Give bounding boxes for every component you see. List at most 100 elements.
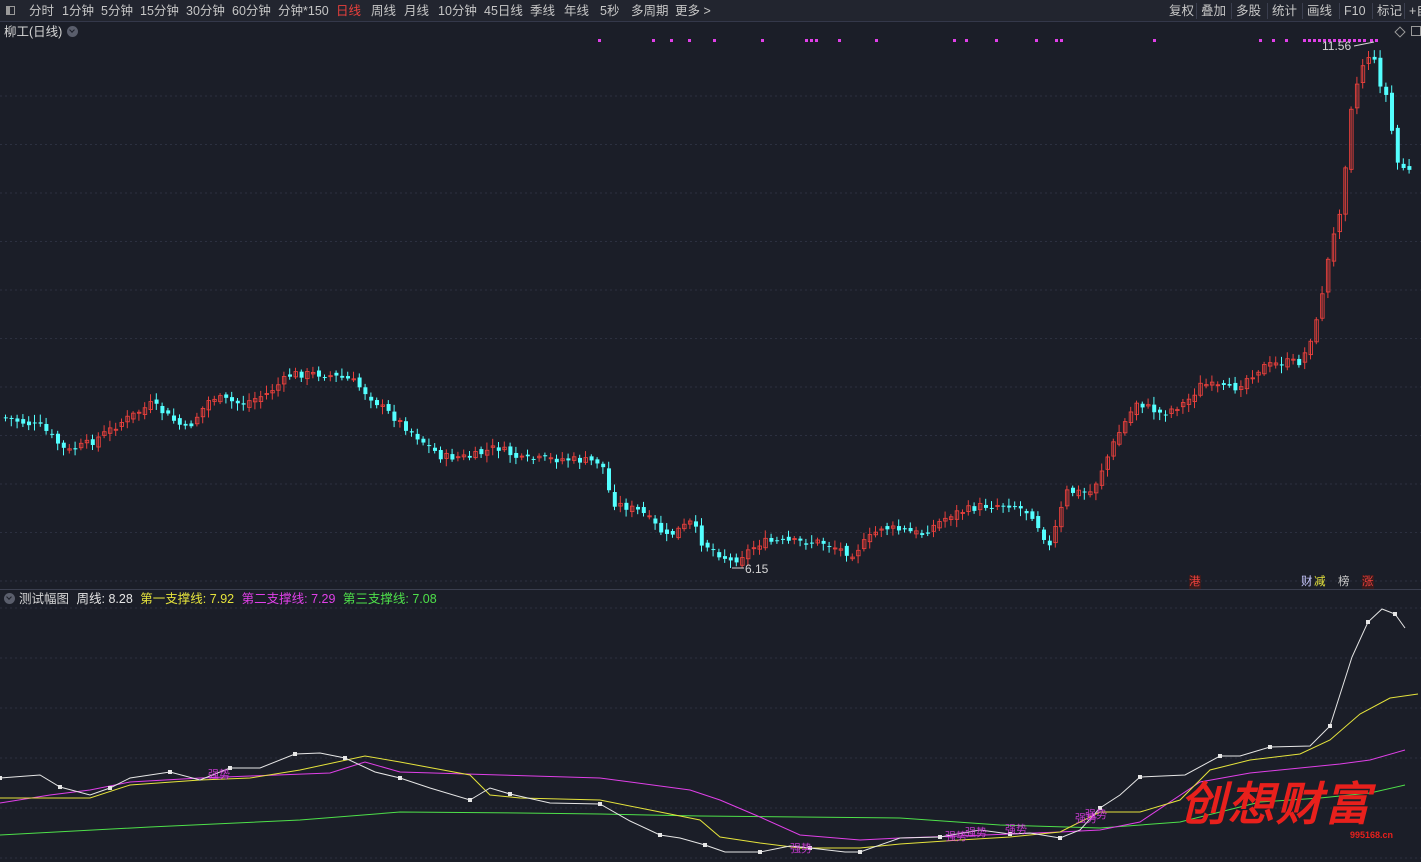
candle-body [566,458,571,461]
tool-button-6[interactable]: 标记 [1377,0,1402,22]
weekly-marker [1138,775,1142,779]
tool-button-3[interactable]: 统计 [1272,0,1297,22]
weekly-marker [658,833,662,837]
badge-list[interactable]: 榜 [1338,575,1350,589]
period-tab-6[interactable]: 分钟*150 [278,0,329,22]
candle-body [595,459,600,464]
period-tab-12[interactable]: 季线 [530,0,555,22]
badge-rise[interactable]: 涨 [1362,575,1374,589]
period-tab-1[interactable]: 1分钟 [62,0,94,22]
candle-body [44,423,49,431]
period-tab-3[interactable]: 15分钟 [140,0,179,22]
low-price-label: 6.15 [745,562,769,576]
candle-body [514,452,519,458]
tool-button-2[interactable]: 多股 [1236,0,1261,22]
weekly-marker [58,785,62,789]
tool-button-4[interactable]: 画线 [1307,0,1332,22]
period-tab-11[interactable]: 45日线 [484,0,523,22]
signal-dot [1363,39,1366,42]
candle-body [897,526,901,531]
tool-button-7[interactable]: +自 [1409,0,1421,22]
s2-value: 7.29 [311,592,336,606]
candle-body [363,387,368,395]
candle-body [775,540,780,542]
candlestick-chart[interactable]: 11.56 6.15 [0,22,1421,589]
candle-body [1042,529,1046,540]
candle-body [386,404,391,411]
toolbar-separator [1372,3,1373,19]
candle-body [1071,487,1075,493]
candle-body [827,546,832,548]
candle-body [317,370,321,377]
period-tab-13[interactable]: 年线 [564,0,589,22]
signal-label: 强势 [208,768,230,781]
badge-hk-connect[interactable]: 港 [1189,575,1201,589]
weekly-marker [343,756,347,760]
chevron-down-icon[interactable] [67,26,79,37]
candle-body [525,454,530,457]
candle-body [27,421,31,426]
badge-reduce[interactable]: 减 [1314,575,1326,589]
menu-icon[interactable] [6,6,15,15]
signal-dot [688,39,691,42]
candle-body [531,458,536,460]
period-tab-8[interactable]: 周线 [371,0,396,22]
signal-dot [1370,39,1373,42]
tool-button-0[interactable]: 复权 [1169,0,1194,22]
period-tab-5[interactable]: 60分钟 [232,0,271,22]
period-tab-7[interactable]: 日线 [336,0,361,22]
signal-dot [598,39,601,42]
maximize-icon[interactable] [1411,26,1421,36]
candle-body [241,403,246,405]
weekly-marker [703,843,707,847]
badge-financial[interactable]: 财 [1301,575,1313,589]
weekly-marker [108,786,112,790]
candle-body [1047,540,1052,546]
candle-body [1030,511,1035,519]
indicator-header: 测试幅图 周线: 8.28 第一支撑线: 7.92 第二支撑线: 7.29 第三… [4,591,441,607]
candle-body [1001,505,1006,507]
candle-body [601,463,606,468]
weekly-marker [858,850,862,854]
signal-dot [995,39,998,42]
candle-body [885,526,890,530]
candle-body [177,418,182,425]
candle-body [1407,166,1412,170]
signal-dot [1303,39,1306,42]
period-tab-4[interactable]: 30分钟 [186,0,225,22]
period-tab-14[interactable]: 5秒 [600,0,619,22]
chevron-down-icon[interactable] [4,593,15,604]
signal-label: 强势 [965,826,987,839]
signal-dot [965,39,968,42]
candle-body [508,446,513,456]
s3-label: 第三支撑线: [342,592,409,606]
weekly-marker [398,776,402,780]
signal-label: 强势 [945,830,967,843]
tool-button-1[interactable]: 叠加 [1201,0,1226,22]
candle-body [705,542,710,548]
candle-body [375,400,379,406]
candle-body [554,458,559,463]
candle-body [989,507,994,509]
signal-dot [713,39,716,42]
candle-body [1372,56,1377,60]
candle-body [1233,382,1238,391]
period-tab-15[interactable]: 多周期 [631,0,669,22]
period-tab-10[interactable]: 10分钟 [438,0,477,22]
tool-button-5[interactable]: F10 [1344,0,1366,22]
candle-body [357,377,362,388]
candle-body [984,504,988,508]
candle-body [624,502,629,510]
candle-body [1279,364,1284,366]
candle-body [902,528,907,530]
period-tab-16[interactable]: 更多 > [675,0,711,22]
period-tab-9[interactable]: 月线 [404,0,429,22]
high-price-label: 11.56 [1322,39,1351,53]
candle-body [578,457,582,463]
candle-body [589,456,594,461]
period-tab-2[interactable]: 5分钟 [101,0,133,22]
candle-body [479,449,484,455]
s1-legend: 第一支撑线: 7.92 [140,592,234,606]
weekly-legend: 周线: 8.28 [77,592,133,606]
period-tab-0[interactable]: 分时 [29,0,54,22]
